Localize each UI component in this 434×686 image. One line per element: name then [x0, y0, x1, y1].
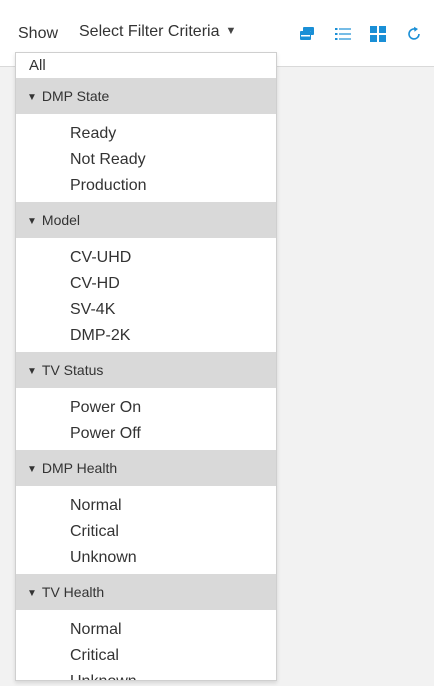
group-items: NormalCriticalUnknown: [16, 486, 276, 574]
refresh-icon[interactable]: [406, 26, 422, 42]
group-header-tv-status[interactable]: ▼ TV Status: [16, 352, 276, 388]
filter-option[interactable]: DMP-2K: [16, 323, 276, 349]
group-header-label: TV Health: [41, 584, 105, 600]
group-header-dmp-state[interactable]: ▼ DMP State: [16, 78, 276, 114]
filter-option[interactable]: Power On: [16, 395, 276, 421]
group-header-label: DMP State: [41, 88, 110, 104]
filter-option[interactable]: Ready: [16, 121, 276, 147]
group-header-tv-health[interactable]: ▼ TV Health: [16, 574, 276, 610]
group-header-label: DMP Health: [41, 460, 118, 476]
overlapping-windows-icon[interactable]: [299, 26, 315, 42]
filter-option[interactable]: Critical: [16, 643, 276, 669]
filter-option[interactable]: Unknown: [16, 545, 276, 571]
group-header-label: TV Status: [41, 362, 104, 378]
filter-option[interactable]: Critical: [16, 519, 276, 545]
filter-option[interactable]: Power Off: [16, 421, 276, 447]
group-header-dmp-health[interactable]: ▼ DMP Health: [16, 450, 276, 486]
collapse-triangle-icon: ▼: [27, 216, 37, 227]
filter-option[interactable]: Unknown: [16, 669, 276, 680]
filter-criteria-label: Select Filter Criteria: [79, 23, 220, 40]
option-all[interactable]: All: [16, 53, 276, 78]
filter-option[interactable]: Production: [16, 173, 276, 199]
show-label: Show: [18, 25, 59, 42]
filter-option[interactable]: Normal: [16, 493, 276, 519]
filter-option[interactable]: CV-HD: [16, 271, 276, 297]
filter-option[interactable]: Not Ready: [16, 147, 276, 173]
filter-dropdown-menu: All ▼ DMP State Ready Not Ready Production ▼ M…: [15, 52, 277, 681]
filter-option[interactable]: Normal: [16, 617, 276, 643]
group-items: NormalCriticalUnknown: [16, 610, 276, 680]
collapse-triangle-icon: ▼: [27, 366, 37, 377]
collapse-triangle-icon: ▼: [27, 92, 37, 103]
grid-icon[interactable]: [370, 26, 386, 42]
group-items: Power On Power Off: [16, 388, 276, 450]
filter-option[interactable]: SV-4K: [16, 297, 276, 323]
group-items: CV-UHD CV-HD SV-4K DMP-2K: [16, 238, 276, 352]
collapse-triangle-icon: ▼: [27, 464, 37, 475]
group-header-model[interactable]: ▼ Model: [16, 202, 276, 238]
list-icon[interactable]: [335, 26, 351, 42]
collapse-triangle-icon: ▼: [27, 588, 37, 599]
caret-down-icon: ▼: [225, 25, 237, 37]
group-items: Ready Not Ready Production: [16, 114, 276, 202]
filter-criteria-select[interactable]: Select Filter Criteria ▼: [79, 23, 236, 41]
group-header-label: Model: [41, 212, 81, 228]
filter-option[interactable]: CV-UHD: [16, 245, 276, 271]
